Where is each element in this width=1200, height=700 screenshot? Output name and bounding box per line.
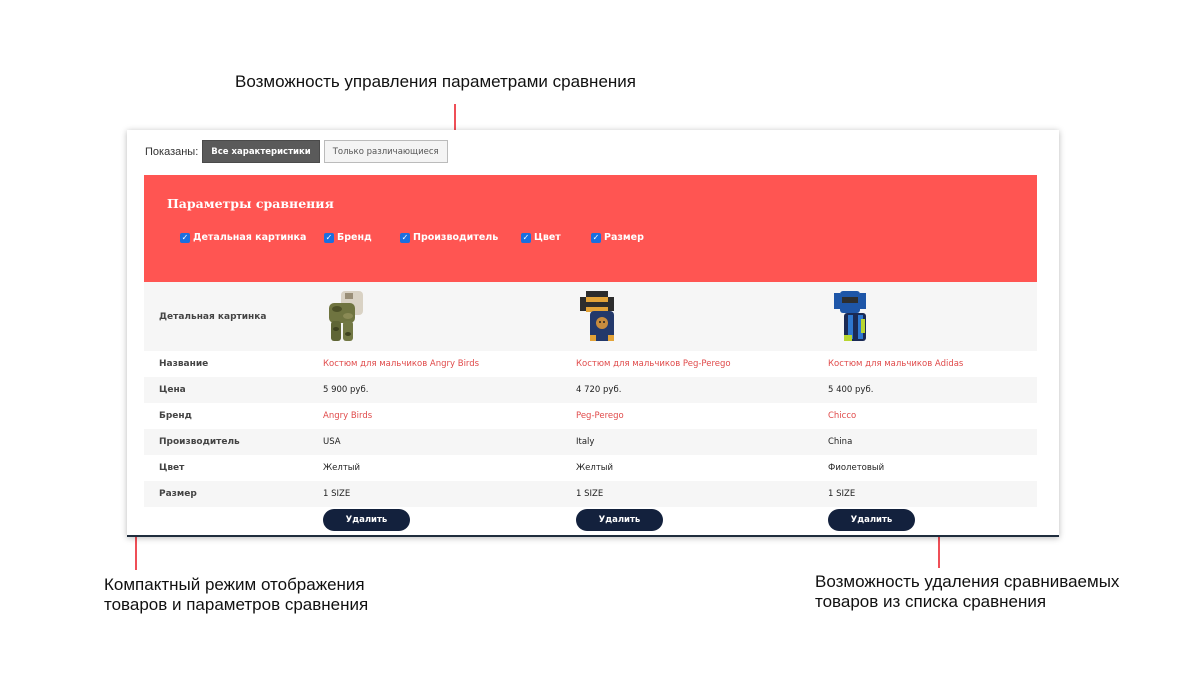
product-2-maker: Italy xyxy=(576,437,595,447)
row-label-brand: Бренд xyxy=(159,411,192,421)
annotation-right-line1: Возможность удаления сравниваемых xyxy=(815,572,1120,591)
product-3-brand-link[interactable]: Chicco xyxy=(828,403,856,429)
checkbox-size[interactable]: ✓ xyxy=(591,232,601,243)
table-row-brand: Бренд Angry Birds Peg-Perego Chicco xyxy=(144,403,1037,429)
product-2-color: Желтый xyxy=(576,463,614,473)
product-3-maker: China xyxy=(828,437,853,447)
row-label-image: Детальная картинка xyxy=(159,311,267,322)
checkbox-brand[interactable]: ✓ xyxy=(324,232,334,243)
param-color-label: Цвет xyxy=(534,232,561,243)
param-detail-image-label: Детальная картинка xyxy=(193,232,307,243)
product-3-size: 1 SIZE xyxy=(828,489,856,499)
product-1-actions: Удалить xyxy=(323,507,410,533)
table-row-maker: Производитель USA Italy China xyxy=(144,429,1037,455)
filter-label: Показаны: xyxy=(145,145,199,158)
delete-product-3-button[interactable]: Удалить xyxy=(828,509,915,531)
product-1-price: 5 900 руб. xyxy=(323,385,369,395)
product-2-name-link[interactable]: Костюм для мальчиков Peg-Perego xyxy=(576,351,731,377)
tracksuit-image xyxy=(834,290,866,341)
striped-outfit-image xyxy=(580,290,614,341)
annotation-left-line2: товаров и параметров сравнения xyxy=(104,595,369,614)
row-label-price: Цена xyxy=(159,385,186,395)
row-label-color: Цвет xyxy=(159,463,185,473)
product-1-brand-link[interactable]: Angry Birds xyxy=(323,403,372,429)
param-brand[interactable]: ✓ Бренд xyxy=(324,232,372,243)
table-row-image: Детальная картинка xyxy=(144,282,1037,351)
product-2-price: 4 720 руб. xyxy=(576,385,622,395)
comparison-panel: Показаны: Все характеристики Только разл… xyxy=(127,130,1059,537)
product-2-brand-link[interactable]: Peg-Perego xyxy=(576,403,624,429)
annotation-remove-items: Возможность удаления сравниваемых товаро… xyxy=(815,572,1119,612)
annotation-top-text: Возможность управления параметрами сравн… xyxy=(235,72,636,91)
product-3-price: 5 400 руб. xyxy=(828,385,874,395)
params-list: ✓ Детальная картинка ✓ Бренд ✓ Производи… xyxy=(180,232,1000,246)
table-row-size: Размер 1 SIZE 1 SIZE 1 SIZE xyxy=(144,481,1037,507)
product-3-actions: Удалить xyxy=(828,507,915,533)
product-2-image[interactable] xyxy=(576,282,622,351)
comparison-params-box: Параметры сравнения ✓ Детальная картинка… xyxy=(144,175,1037,282)
param-detail-image[interactable]: ✓ Детальная картинка xyxy=(180,232,306,243)
annotation-left-line1: Компактный режим отображения xyxy=(104,575,365,594)
table-row-price: Цена 5 900 руб. 4 720 руб. 5 400 руб. xyxy=(144,377,1037,403)
comparison-table: Детальная картинка Название Костюм для м… xyxy=(144,282,1037,533)
table-row-color: Цвет Желтый Желтый Фиолетовый xyxy=(144,455,1037,481)
param-size[interactable]: ✓ Размер xyxy=(591,232,644,243)
filter-bar: Показаны: Все характеристики Только разл… xyxy=(145,140,452,163)
param-color[interactable]: ✓ Цвет xyxy=(521,232,561,243)
camo-outfit-image xyxy=(329,290,363,341)
table-row-name: Название Костюм для мальчиков Angry Bird… xyxy=(144,351,1037,377)
only-different-button[interactable]: Только различающиеся xyxy=(323,140,448,163)
params-title: Параметры сравнения xyxy=(167,196,334,211)
product-1-color: Желтый xyxy=(323,463,361,473)
product-1-size: 1 SIZE xyxy=(323,489,351,499)
row-label-maker: Производитель xyxy=(159,437,240,447)
product-3-color: Фиолетовый xyxy=(828,463,885,473)
delete-product-1-button[interactable]: Удалить xyxy=(323,509,410,531)
checkbox-maker[interactable]: ✓ xyxy=(400,232,410,243)
product-2-size: 1 SIZE xyxy=(576,489,604,499)
checkbox-detail-image[interactable]: ✓ xyxy=(180,232,190,243)
param-maker[interactable]: ✓ Производитель xyxy=(400,232,498,243)
row-label-size: Размер xyxy=(159,489,197,499)
product-1-maker: USA xyxy=(323,437,341,447)
row-label-name: Название xyxy=(159,359,209,369)
product-1-image[interactable] xyxy=(323,282,369,351)
checkbox-color[interactable]: ✓ xyxy=(521,232,531,243)
delete-product-2-button[interactable]: Удалить xyxy=(576,509,663,531)
product-1-name-link[interactable]: Костюм для мальчиков Angry Birds xyxy=(323,351,479,377)
product-2-actions: Удалить xyxy=(576,507,663,533)
product-3-image[interactable] xyxy=(828,282,874,351)
all-characteristics-button[interactable]: Все характеристики xyxy=(202,140,320,163)
param-brand-label: Бренд xyxy=(337,232,372,243)
annotation-compact-mode: Компактный режим отображения товаров и п… xyxy=(104,575,368,615)
table-row-actions: Удалить Удалить Удалить xyxy=(144,507,1037,533)
annotation-right-line2: товаров из списка сравнения xyxy=(815,592,1047,611)
annotation-compare-params: Возможность управления параметрами сравн… xyxy=(235,72,636,92)
param-size-label: Размер xyxy=(604,232,644,243)
product-3-name-link[interactable]: Костюм для мальчиков Adidas xyxy=(828,351,963,377)
param-maker-label: Производитель xyxy=(413,232,499,243)
